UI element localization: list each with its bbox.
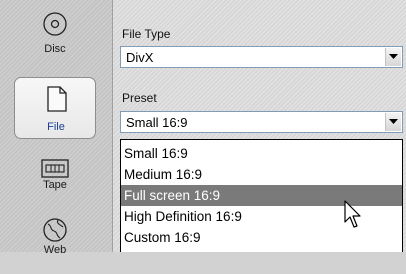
- preset-option-small[interactable]: Small 16:9: [121, 143, 402, 164]
- preset-value: Small 16:9: [126, 115, 188, 130]
- disc-icon: [36, 10, 74, 38]
- preset-label: Preset: [122, 91, 157, 105]
- preset-option-medium[interactable]: Medium 16:9: [121, 164, 402, 185]
- web-icon: [36, 216, 74, 244]
- tab-disc-label: Disc: [44, 43, 66, 55]
- tab-tape-label: Tape: [43, 179, 67, 191]
- preset-dropdown-button[interactable]: [385, 113, 401, 131]
- chevron-down-icon: [389, 54, 398, 59]
- file-output-panel: File Type DivX Preset Small 16:9 Small 1…: [112, 0, 406, 252]
- file-type-combobox[interactable]: DivX: [120, 46, 403, 68]
- tab-file[interactable]: File: [14, 77, 96, 139]
- tab-tape[interactable]: Tape: [14, 152, 96, 214]
- file-type-label: File Type: [122, 27, 171, 41]
- tab-file-label: File: [47, 121, 65, 133]
- preset-combobox[interactable]: Small 16:9: [120, 111, 403, 133]
- file-type-value: DivX: [126, 50, 154, 65]
- file-icon: [37, 85, 75, 113]
- tab-disc[interactable]: Disc: [14, 10, 96, 72]
- preset-option-custom[interactable]: Custom 16:9: [121, 227, 402, 248]
- tab-web-label: Web: [43, 244, 67, 256]
- file-type-dropdown-button[interactable]: [385, 48, 401, 66]
- preset-dropdown-list: Small 16:9 Medium 16:9 Full screen 16:9 …: [120, 139, 403, 252]
- mouse-cursor-icon: [344, 200, 361, 228]
- chevron-down-icon: [389, 119, 398, 124]
- output-type-sidebar: Disc File Tape Web: [0, 0, 112, 256]
- tab-web[interactable]: Web: [14, 212, 96, 274]
